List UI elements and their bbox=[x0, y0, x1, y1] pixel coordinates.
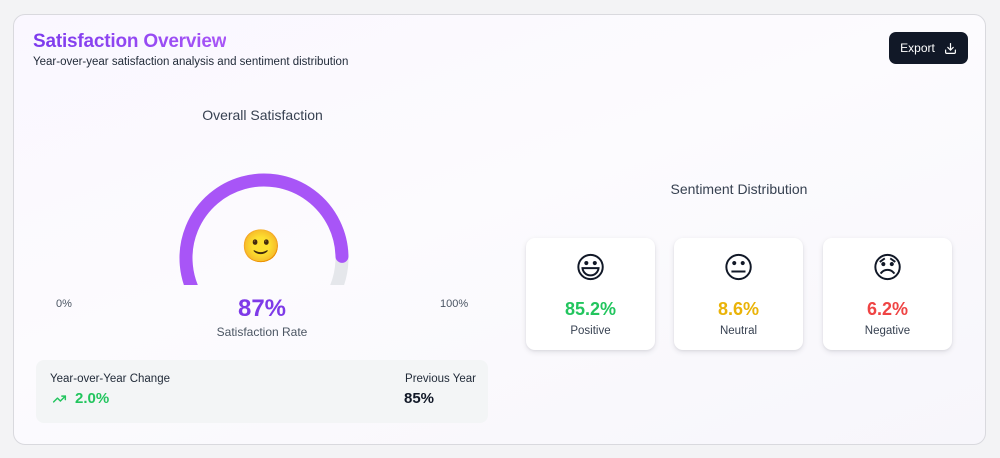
sentiment-heading: Sentiment Distribution bbox=[670, 181, 808, 197]
gauge-heading: Overall Satisfaction bbox=[202, 107, 323, 123]
yoy-change-label: Year-over-Year Change bbox=[50, 373, 170, 385]
export-button-label: Export bbox=[900, 41, 935, 55]
negative-value: 6.2% bbox=[866, 299, 909, 319]
trending-up-icon bbox=[52, 394, 67, 403]
yoy-change: 2.0% bbox=[50, 390, 109, 407]
positive-label: Positive bbox=[570, 325, 611, 337]
page-title: Satisfaction Overview bbox=[33, 31, 227, 52]
yoy-panel: Year-over-Year Change 2.0% Previous Year… bbox=[36, 360, 488, 423]
gauge-min-label: 0% bbox=[56, 298, 72, 310]
positive-value: 85.2% bbox=[564, 299, 617, 319]
previous-year-value: 85% bbox=[404, 390, 435, 407]
gauge-emoji: 🙂 bbox=[241, 228, 281, 264]
sentiment-card-negative: 😞 6.2% Negative bbox=[823, 238, 952, 350]
yoy-change-value: 2.0% bbox=[75, 390, 110, 407]
previous-year-label: Previous Year bbox=[405, 373, 476, 385]
satisfaction-rate-caption: Satisfaction Rate bbox=[216, 325, 308, 339]
positive-emoji-icon: 😃 bbox=[574, 252, 607, 285]
page-subtitle: Year-over-year satisfaction analysis and… bbox=[33, 56, 349, 68]
gauge-max-label: 100% bbox=[440, 298, 469, 310]
negative-emoji-icon: 😞 bbox=[871, 252, 904, 285]
export-button[interactable]: Export bbox=[889, 32, 968, 64]
download-icon bbox=[944, 42, 956, 54]
satisfaction-rate-value: 87% bbox=[237, 295, 287, 322]
neutral-value: 8.6% bbox=[717, 299, 760, 319]
neutral-emoji-icon: 😐 bbox=[722, 252, 755, 285]
sentiment-card-neutral: 😐 8.6% Neutral bbox=[674, 238, 803, 350]
neutral-label: Neutral bbox=[719, 325, 758, 337]
sentiment-card-positive: 😃 85.2% Positive bbox=[526, 238, 655, 350]
negative-label: Negative bbox=[864, 325, 911, 337]
satisfaction-overview-card: Satisfaction Overview Year-over-year sat… bbox=[13, 14, 986, 445]
